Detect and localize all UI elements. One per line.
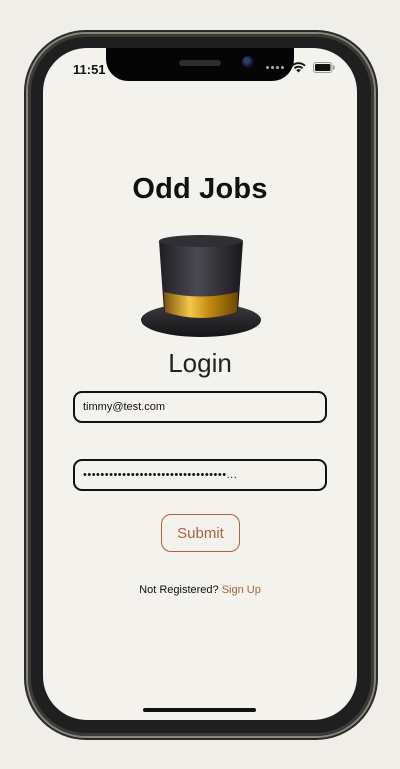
device-stage: 11:51 Odd Jobs Login timmy@test.com ••••… — [0, 0, 400, 769]
not-registered-text: Not Registered? — [139, 584, 219, 596]
email-field[interactable] — [73, 391, 327, 423]
speaker-grille — [179, 60, 221, 66]
home-indicator[interactable] — [143, 708, 256, 712]
battery-icon — [313, 62, 335, 73]
signup-row: Not Registered? Sign Up — [43, 584, 357, 596]
top-hat-icon — [139, 234, 263, 340]
camera-icon — [242, 56, 254, 68]
submit-button[interactable]: Submit — [161, 514, 240, 552]
app-title: Odd Jobs — [132, 173, 268, 205]
status-icons — [266, 62, 335, 73]
password-field[interactable] — [73, 459, 327, 491]
wifi-icon — [291, 62, 306, 73]
login-heading: Login — [168, 348, 232, 378]
phone-screen: 11:51 Odd Jobs Login timmy@test.com ••••… — [43, 48, 357, 720]
signal-icon — [266, 66, 284, 69]
sign-up-link[interactable]: Sign Up — [222, 584, 261, 596]
status-time: 11:51 — [73, 62, 106, 77]
